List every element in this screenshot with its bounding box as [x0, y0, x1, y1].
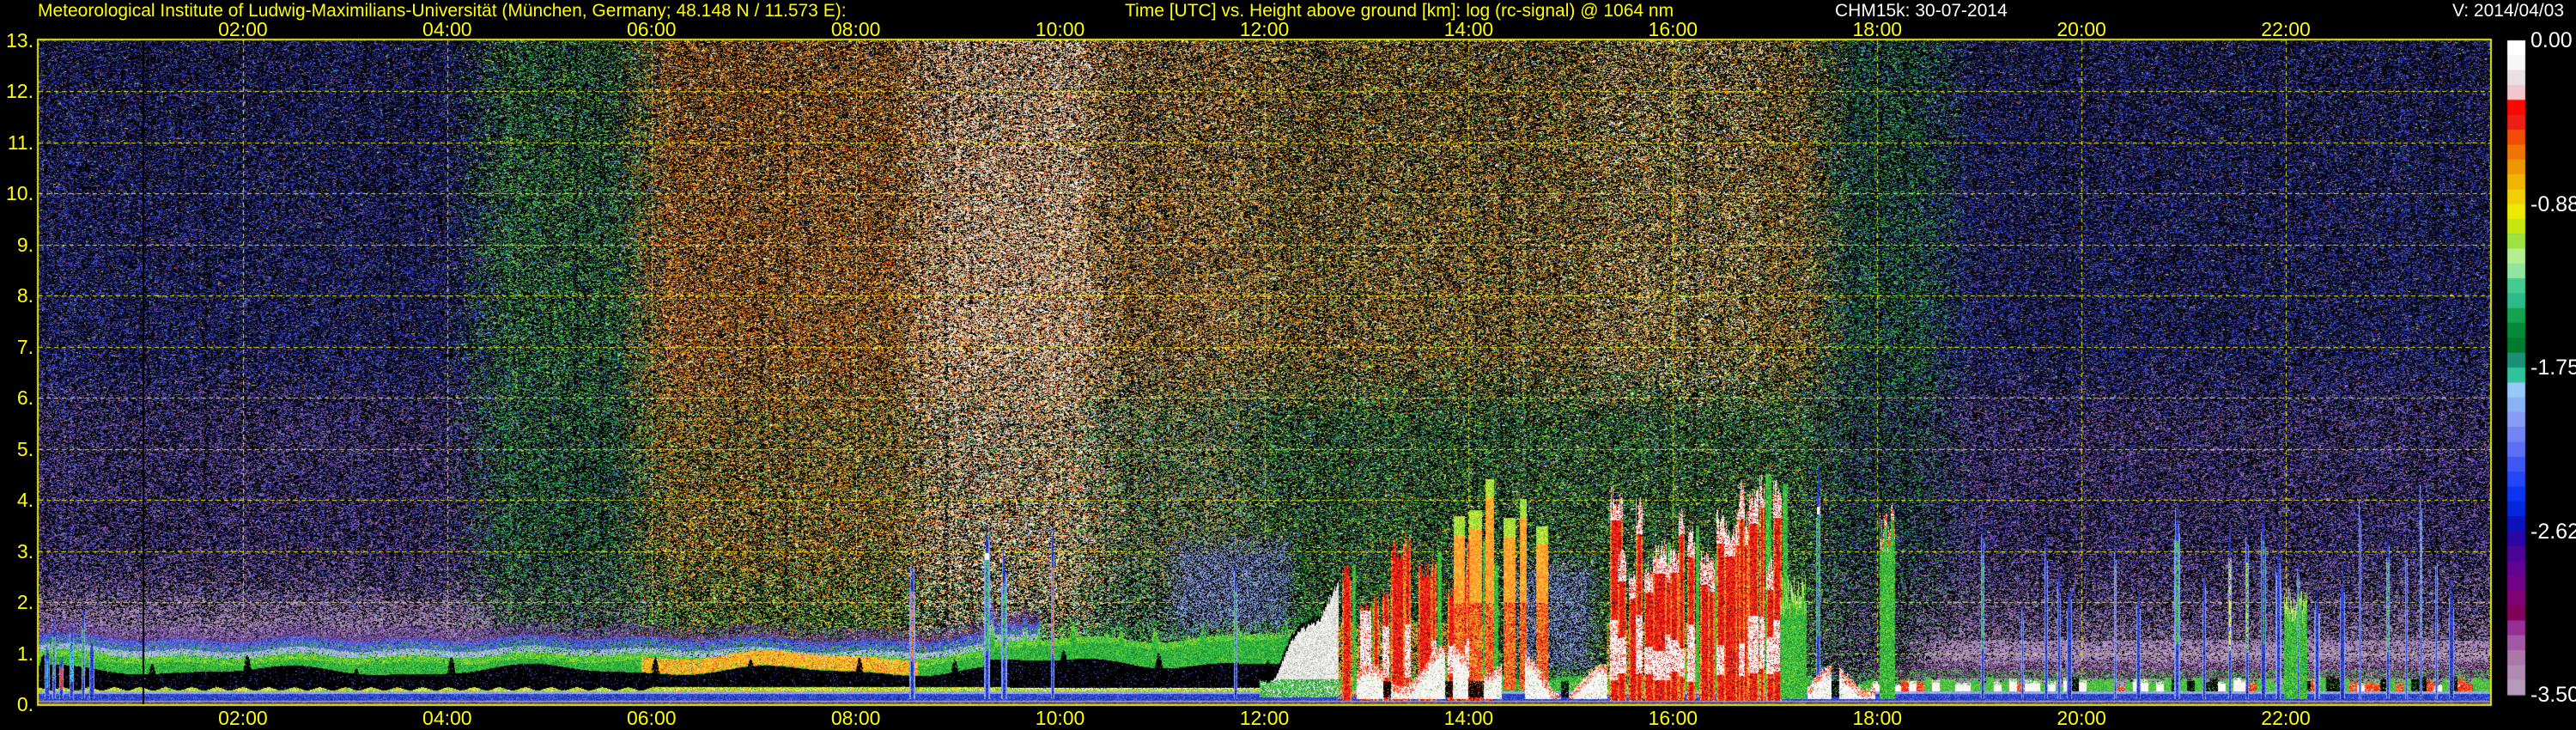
x-tick-label-top: 12:00 [1239, 18, 1290, 40]
colorbar-tick-label: -2.62 [2530, 519, 2576, 544]
colorbar-tick-label: -1.75 [2530, 356, 2576, 380]
ceilometer-quicklook-window: Meteorological Institute of Ludwig-Maxim… [0, 0, 2576, 730]
x-tick-label-top: 14:00 [1443, 18, 1494, 40]
version-label: V: 2014/04/03 [2452, 1, 2564, 21]
y-tick-label: 12. [6, 80, 33, 103]
y-tick-label: 1. [16, 642, 33, 665]
y-tick-label: 10. [6, 182, 33, 205]
x-tick-label-top: 20:00 [2057, 18, 2106, 40]
heatmap-canvas [0, 0, 2576, 730]
x-tick-label-bottom: 12:00 [1239, 707, 1290, 729]
x-tick-label-bottom: 06:00 [626, 707, 677, 729]
x-tick-label-bottom: 10:00 [1035, 707, 1085, 729]
y-tick-label: 7. [16, 335, 33, 358]
x-tick-label-top: 22:00 [2261, 18, 2311, 40]
x-tick-label-bottom: 14:00 [1443, 707, 1494, 729]
x-tick-label-top: 06:00 [626, 18, 677, 40]
y-tick-label: 13. [6, 29, 33, 52]
x-tick-label-top: 18:00 [1852, 18, 1903, 40]
y-tick-label: 8. [16, 284, 33, 307]
x-tick-label-top: 08:00 [830, 18, 881, 40]
colorbar-tick-label: 0.00 [2530, 28, 2573, 52]
y-tick-label: 9. [16, 233, 33, 256]
x-tick-label-bottom: 02:00 [218, 707, 268, 729]
x-tick-label-bottom: 18:00 [1852, 707, 1903, 729]
x-tick-label-bottom: 16:00 [1648, 707, 1698, 729]
y-tick-label: 0. [16, 693, 33, 715]
x-tick-label-bottom: 22:00 [2261, 707, 2311, 729]
plot-title: Time [UTC] vs. Height above ground [km]:… [1125, 1, 1674, 21]
y-tick-label: 4. [16, 489, 33, 512]
y-tick-label: 11. [7, 131, 33, 154]
x-tick-label-bottom: 20:00 [2057, 707, 2106, 729]
colorbar-tick-label: -0.88 [2530, 192, 2576, 216]
x-tick-label-top: 02:00 [218, 18, 268, 40]
y-tick-label: 6. [16, 386, 33, 410]
x-tick-label-top: 16:00 [1648, 18, 1698, 40]
y-tick-label: 3. [16, 539, 33, 563]
x-tick-label-bottom: 08:00 [830, 707, 881, 729]
y-tick-label: 5. [16, 437, 33, 460]
x-tick-label-top: 10:00 [1035, 18, 1085, 40]
x-tick-label-top: 04:00 [422, 18, 472, 40]
x-tick-label-bottom: 04:00 [422, 707, 472, 729]
colorbar-tick-label: -3.50 [2530, 683, 2576, 707]
y-tick-label: 2. [16, 591, 33, 614]
